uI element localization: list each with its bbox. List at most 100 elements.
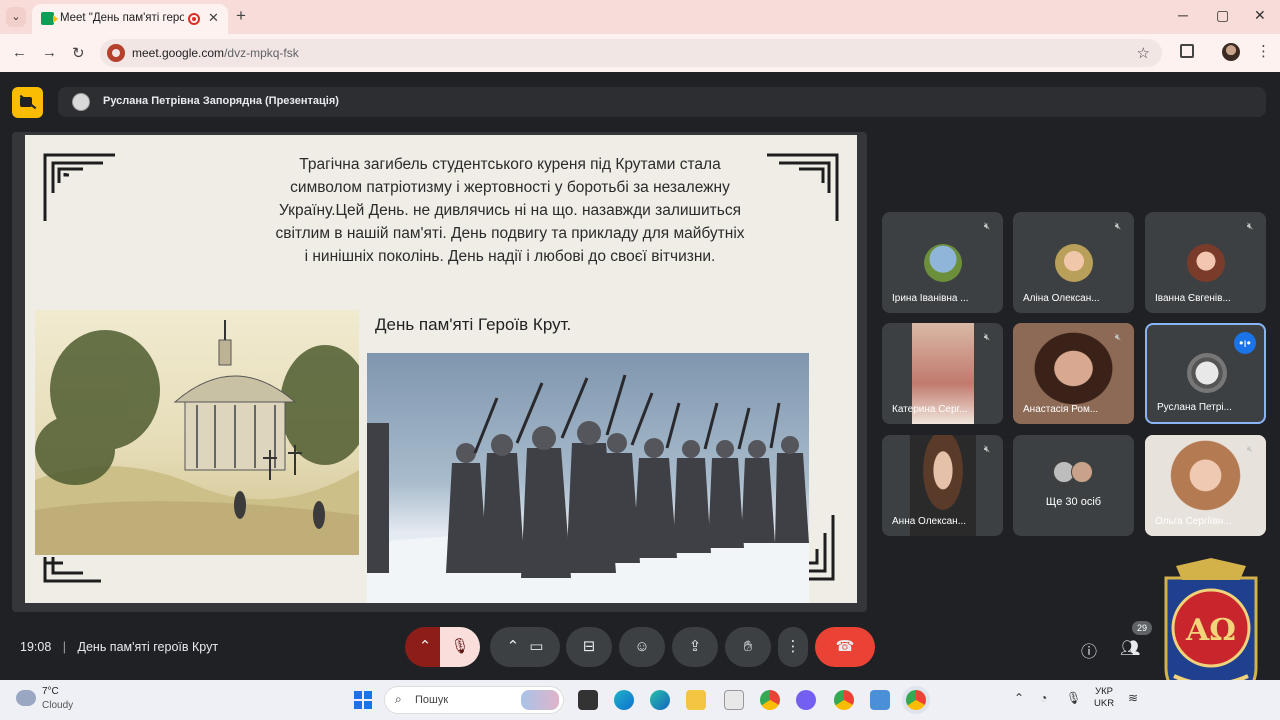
chrome-icon[interactable] xyxy=(760,690,780,710)
present-screen-button[interactable]: ⇪ xyxy=(672,627,718,667)
people-icon[interactable]: 👥︎ xyxy=(1120,638,1140,658)
language-bottom: UKR xyxy=(1094,698,1115,709)
participant-tile[interactable]: 🔇︎ Ольга Сергіївн... xyxy=(1145,435,1266,536)
participant-tile[interactable]: 🔇︎ Аліна Олексан... xyxy=(1013,212,1134,313)
more-participants-label: Ще 30 осіб xyxy=(1045,496,1102,508)
camera-button[interactable]: ⌃ ▭ xyxy=(490,627,560,667)
avatar xyxy=(1071,461,1093,483)
participant-tile-active-speaker[interactable]: •ı• Руслана Петрі... xyxy=(1145,323,1266,424)
forward-arrow-icon[interactable]: → xyxy=(42,44,57,61)
meeting-info: 19:08 | День пам'яті героїв Крут xyxy=(20,640,218,654)
windows-start-icon[interactable] xyxy=(354,691,372,709)
slide-heading: День пам'яті Героїв Крут. xyxy=(375,315,572,334)
participant-tile[interactable]: 🔇︎ Катерина Серг... xyxy=(882,323,1003,424)
participant-tile[interactable]: 🔇︎ Анастасія Ром... xyxy=(1013,323,1134,424)
tray-chevron-icon[interactable]: ⌃ xyxy=(1014,691,1024,705)
slide-body-text: Трагічна загибель студентського куреня п… xyxy=(275,156,745,265)
profile-avatar[interactable] xyxy=(1222,43,1240,61)
keyboard-language[interactable]: УКР UKR xyxy=(1094,686,1114,710)
edge-icon[interactable] xyxy=(614,690,634,710)
emblem-letters: AΩ xyxy=(1185,613,1236,648)
avatar xyxy=(1055,244,1093,282)
browser-toolbar: ← → ↻ meet.google.com/dvz-mpkq-fsk ☆ ⋮ xyxy=(0,34,1280,72)
mic-off-icon: 🔇︎ xyxy=(1114,332,1122,343)
bookmark-star-icon[interactable]: ☆ xyxy=(1137,44,1150,62)
participant-name: Анастасія Ром... xyxy=(1023,404,1099,415)
chevron-up-icon: ⌃ xyxy=(506,638,520,655)
mic-off-icon: 🔇︎ xyxy=(983,444,991,455)
presentation-slide: Трагічна загибель студентського куреня п… xyxy=(25,135,857,603)
chrome-active-icon[interactable] xyxy=(906,690,926,710)
address-bar[interactable]: meet.google.com/dvz-mpkq-fsk ☆ xyxy=(100,39,1162,67)
tab-list-dropdown-icon[interactable]: ⌄ xyxy=(6,7,26,27)
emoji-icon: ☺ xyxy=(634,638,650,655)
reload-icon[interactable]: ↻ xyxy=(72,44,85,62)
separator: | xyxy=(62,640,67,654)
hand-icon: ✋︎ xyxy=(743,638,753,655)
recording-icon xyxy=(188,13,200,25)
tab-close-icon[interactable]: ✕ xyxy=(208,10,219,26)
meeting-details-info-icon[interactable]: ⓘ xyxy=(1081,638,1097,662)
presenter-label: Руслана Петрівна Запорядна (Презентація) xyxy=(103,95,339,107)
microphone-off-button[interactable]: 🎙︎ xyxy=(440,627,480,667)
corner-ornament-bottom-right xyxy=(805,515,835,581)
captions-icon: ⊟ xyxy=(582,638,596,655)
cloud-icon xyxy=(16,690,36,706)
file-explorer-icon[interactable] xyxy=(686,690,706,710)
participant-tile[interactable]: 🔇︎ Іванна Євгенів... xyxy=(1145,212,1266,313)
raise-hand-button[interactable]: ✋︎ xyxy=(725,627,771,667)
wifi-icon[interactable]: ≋ xyxy=(1128,691,1138,705)
avatar xyxy=(1187,353,1227,393)
end-call-button[interactable]: ☎︎ xyxy=(815,627,875,667)
more-participants-tile[interactable]: Ще 30 осіб xyxy=(1013,435,1134,536)
participant-name: Ольга Сергіївн... xyxy=(1155,516,1232,527)
participant-name: Катерина Серг... xyxy=(892,404,968,415)
camera-off-icon[interactable] xyxy=(12,87,43,118)
search-icon: ⌕ xyxy=(395,692,402,706)
more-options-button[interactable]: ⋮ xyxy=(778,627,808,667)
mic-off-icon: 🔇︎ xyxy=(983,221,991,232)
weather-condition: Cloudy xyxy=(42,700,74,711)
meet-favicon-icon xyxy=(41,12,58,25)
back-arrow-icon[interactable]: ← xyxy=(12,44,27,61)
participant-tile[interactable]: 🔇︎ Ірина Іванівна ... xyxy=(882,212,1003,313)
url-path: /dvz-mpkq-fsk xyxy=(224,46,299,60)
mic-off-icon: 🔇︎ xyxy=(1246,221,1254,232)
chrome-profile-icon[interactable] xyxy=(834,690,854,710)
mic-off-icon: 🔇︎ xyxy=(1114,221,1122,232)
minimize-button[interactable]: ─ xyxy=(1178,7,1188,23)
emoji-reactions-button[interactable]: ☺ xyxy=(619,627,665,667)
edge-beta-icon[interactable] xyxy=(650,690,670,710)
viber-icon[interactable] xyxy=(796,690,816,710)
avatar xyxy=(924,244,962,282)
microphone-tray-icon[interactable]: 🎙︎ xyxy=(1066,691,1081,705)
app-icon[interactable] xyxy=(870,690,890,710)
extensions-icon[interactable] xyxy=(1180,44,1194,58)
site-info-icon[interactable] xyxy=(107,44,125,62)
mic-options-chevron-icon[interactable]: ⌃ xyxy=(405,627,445,667)
corner-ornament-top-left xyxy=(43,153,115,221)
network-status-icon[interactable]: ◔ xyxy=(1040,691,1047,705)
participant-tile[interactable]: 🔇︎ Анна Олексан... xyxy=(882,435,1003,536)
search-placeholder: Пошук xyxy=(415,694,449,706)
browser-tab-meet[interactable]: Meet "День пам'яті героя ✕ xyxy=(32,4,228,34)
more-vertical-icon: ⋮ xyxy=(785,638,801,655)
taskbar-search-box[interactable]: ⌕ Пошук xyxy=(384,686,564,714)
presenter-bar: Руслана Петрівна Запорядна (Презентація) xyxy=(58,87,1266,117)
new-tab-plus-icon[interactable]: + xyxy=(236,7,246,25)
participant-name: Руслана Петрі... xyxy=(1157,402,1232,413)
hang-up-icon: ☎︎ xyxy=(835,638,855,655)
presenter-avatar xyxy=(72,93,90,111)
mic-off-icon: 🔇︎ xyxy=(983,332,991,343)
browser-menu-icon[interactable]: ⋮ xyxy=(1256,42,1271,60)
windows-taskbar: 7°C Cloudy ⌕ Пошук ⌃ ◔ 🎙︎ УКР UKR ≋ xyxy=(0,680,1280,720)
participant-name: Аліна Олексан... xyxy=(1023,293,1100,304)
meeting-time: 19:08 xyxy=(20,640,52,654)
notepad-icon[interactable] xyxy=(724,690,744,710)
captions-button[interactable]: ⊟ xyxy=(566,627,612,667)
window-close-button[interactable]: ✕ xyxy=(1254,7,1266,24)
task-view-icon[interactable] xyxy=(578,690,598,710)
maximize-button[interactable]: ▢ xyxy=(1216,7,1229,24)
meeting-title: День пам'яті героїв Крут xyxy=(77,640,219,654)
speaking-indicator-icon: •ı• xyxy=(1234,332,1256,354)
